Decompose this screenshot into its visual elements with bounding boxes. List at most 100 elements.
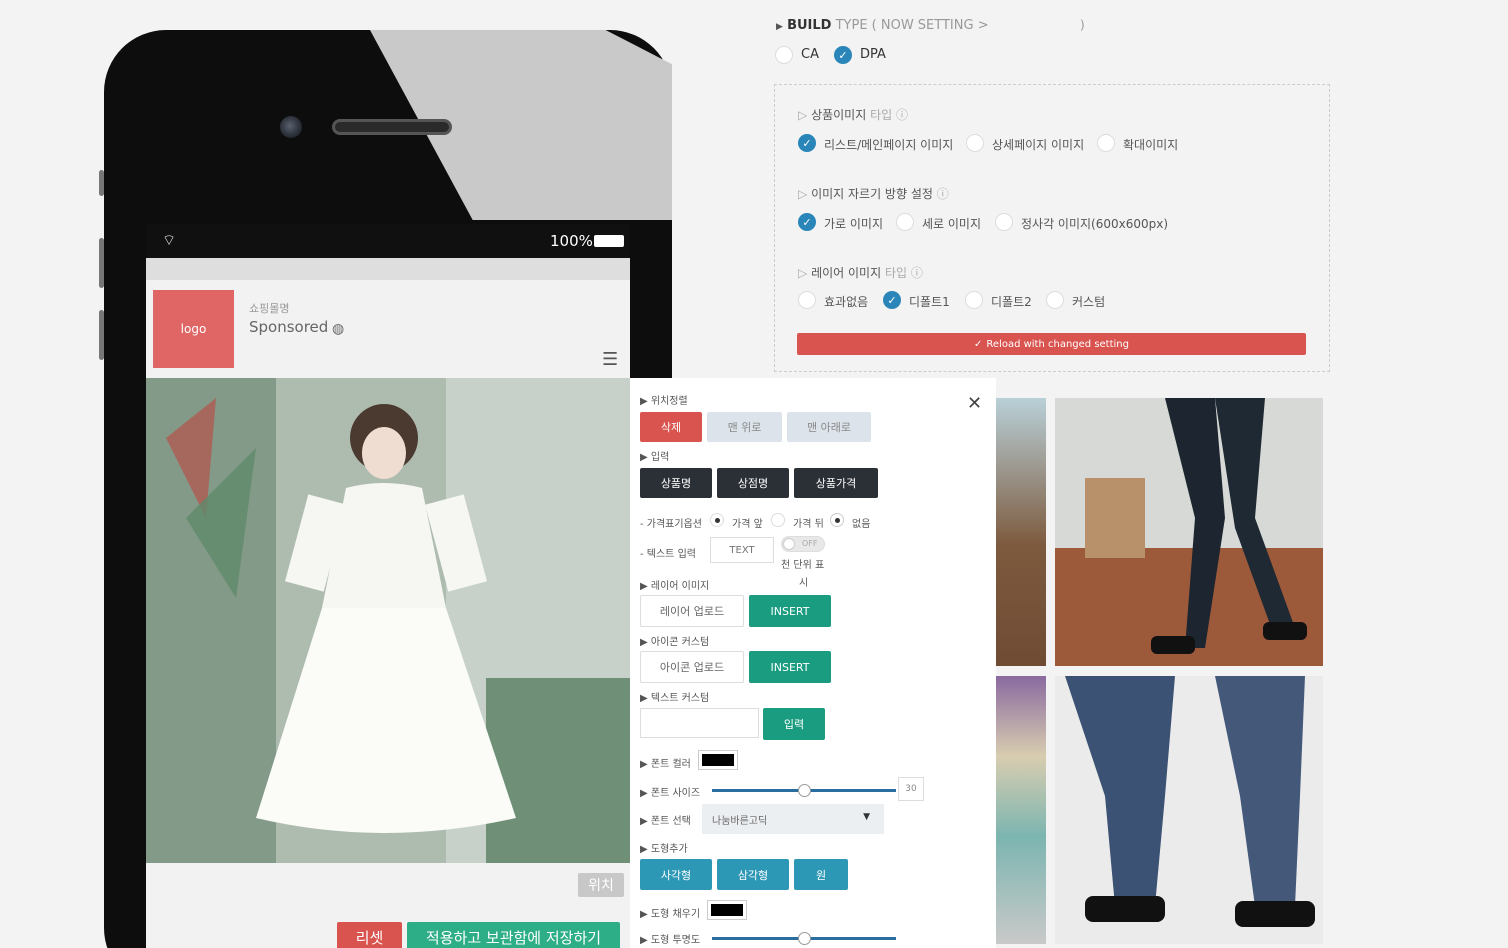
product-tile-2b[interactable] bbox=[1055, 676, 1323, 944]
crop-vertical-radio[interactable] bbox=[896, 213, 914, 231]
delete-button[interactable]: 삭제 bbox=[640, 412, 702, 442]
thousand-separator-note-2: 시 bbox=[799, 578, 809, 589]
product-image-zoom-label: 확대이미지 bbox=[1123, 138, 1179, 152]
font-size-value[interactable]: 30 bbox=[898, 777, 924, 801]
help-icon[interactable]: ⓘ bbox=[911, 266, 923, 280]
product-tile-1b[interactable] bbox=[1055, 398, 1323, 666]
triangle-shape-button[interactable]: 삼각형 bbox=[717, 859, 789, 890]
product-tile-1a[interactable] bbox=[996, 398, 1046, 666]
wifi-icon: ⌔ bbox=[162, 231, 177, 249]
product-name-button[interactable]: 상품명 bbox=[640, 468, 712, 498]
side-button bbox=[99, 310, 104, 360]
icon-upload-button[interactable]: 아이콘 업로드 bbox=[640, 651, 744, 683]
crop-square-radio[interactable] bbox=[995, 213, 1013, 231]
price-front-radio[interactable] bbox=[710, 513, 724, 527]
build-type-dpa-label: DPA bbox=[860, 47, 886, 62]
price-none-radio[interactable] bbox=[830, 513, 844, 527]
help-icon[interactable]: ⓘ bbox=[937, 187, 949, 201]
layer-insert-button[interactable]: INSERT bbox=[749, 595, 831, 627]
toggle-knob bbox=[783, 538, 795, 550]
crop-square-label: 정사각 이미지(600x600px) bbox=[1021, 217, 1169, 231]
position-button[interactable]: 위치 bbox=[578, 873, 624, 897]
product-tile-1b-art bbox=[1055, 398, 1323, 666]
bring-to-front-button[interactable]: 맨 위로 bbox=[707, 412, 782, 442]
shape-fill-swatch[interactable] bbox=[707, 900, 747, 920]
shape-add-title: ▶ 도형추가 bbox=[640, 844, 688, 855]
side-button bbox=[99, 238, 104, 288]
toggle-label: OFF bbox=[802, 539, 818, 548]
product-image-list-label: 리스트/메인페이지 이미지 bbox=[824, 138, 954, 152]
shop-name: 쇼핑몰명 bbox=[249, 302, 290, 315]
help-icon[interactable]: ⓘ bbox=[896, 108, 908, 122]
font-select-dropdown[interactable]: 나눔바른고딕 ▼ bbox=[702, 804, 884, 834]
side-button bbox=[99, 170, 104, 196]
reload-button[interactable]: ✓ Reload with changed setting bbox=[797, 333, 1306, 355]
build-type-suffix: TYPE ( NOW SETTING > bbox=[835, 18, 989, 33]
product-image-type-title: ▷ 상품이미지 타입 ⓘ bbox=[798, 108, 909, 122]
camera-icon bbox=[280, 116, 302, 138]
sponsored-label: Sponsored bbox=[249, 318, 329, 336]
custom-text-input[interactable] bbox=[640, 708, 759, 738]
circle-shape-button[interactable]: 원 bbox=[794, 859, 848, 890]
build-type-close: ) bbox=[1080, 18, 1085, 32]
shop-logo: logo bbox=[153, 290, 234, 368]
product-image-list-radio[interactable]: ✓ bbox=[798, 134, 816, 152]
chevron-down-icon: ▼ bbox=[863, 812, 870, 822]
layer-custom-label: 커스텀 bbox=[1072, 295, 1106, 309]
status-bar: ⌔ 100% bbox=[146, 224, 630, 258]
text-custom-title: ▶ 텍스트 커스텀 bbox=[640, 693, 710, 704]
rectangle-shape-button[interactable]: 사각형 bbox=[640, 859, 712, 890]
battery-icon bbox=[594, 235, 624, 247]
build-type-ca-radio[interactable] bbox=[775, 46, 793, 64]
font-size-slider-thumb[interactable] bbox=[798, 784, 811, 797]
product-tile-2b-art bbox=[1055, 676, 1323, 944]
reset-button[interactable]: 리셋 bbox=[337, 922, 402, 948]
layer-none-radio[interactable] bbox=[798, 291, 816, 309]
layer-image-title: ▶ 레이어 이미지 bbox=[640, 581, 710, 592]
position-order-title: ▶ 위치정렬 bbox=[640, 396, 688, 407]
layer-custom-radio[interactable] bbox=[1046, 291, 1064, 309]
header-band bbox=[146, 258, 630, 280]
menu-icon[interactable]: ☰ bbox=[602, 349, 618, 370]
icon-insert-button[interactable]: INSERT bbox=[749, 651, 831, 683]
font-color-swatch[interactable] bbox=[698, 750, 738, 770]
shape-opacity-slider-thumb[interactable] bbox=[798, 932, 811, 945]
build-type-header: ▶ BUILD TYPE ( NOW SETTING > bbox=[776, 18, 989, 33]
shape-fill-title: ▶ 도형 채우기 bbox=[640, 909, 701, 920]
price-back-radio[interactable] bbox=[771, 513, 785, 527]
crop-horizontal-label: 가로 이미지 bbox=[824, 217, 884, 231]
product-image-detail-radio[interactable] bbox=[966, 134, 984, 152]
layer-image-type-title: ▷ 레이어 이미지 타입 ⓘ bbox=[798, 266, 923, 280]
close-icon[interactable]: ✕ bbox=[967, 393, 982, 414]
shape-opacity-title: ▶ 도형 투명도 bbox=[640, 935, 701, 946]
text-input-field[interactable] bbox=[710, 537, 774, 563]
layer-none-label: 효과없음 bbox=[824, 295, 869, 309]
shop-name-button[interactable]: 상점명 bbox=[717, 468, 789, 498]
product-tile-2a[interactable] bbox=[996, 676, 1046, 944]
layer-upload-button[interactable]: 레이어 업로드 bbox=[640, 595, 744, 627]
icon-custom-title: ▶ 아이콘 커스텀 bbox=[640, 637, 710, 648]
input-title: ▶ 입력 bbox=[640, 452, 670, 463]
globe-icon: ◍ bbox=[332, 321, 345, 337]
price-front-label: 가격 앞 bbox=[732, 519, 763, 530]
thousand-separator-toggle[interactable]: OFF bbox=[781, 536, 825, 552]
custom-text-submit-button[interactable]: 입력 bbox=[763, 708, 825, 740]
layer-default2-radio[interactable] bbox=[965, 291, 983, 309]
build-type-label: BUILD bbox=[787, 18, 832, 33]
product-price-button[interactable]: 상품가격 bbox=[794, 468, 878, 498]
build-type-dpa-radio[interactable]: ✓ bbox=[834, 46, 852, 64]
product-photo bbox=[146, 378, 630, 863]
price-symbol-label: - 가격표기옵션 bbox=[640, 519, 702, 530]
crop-direction-title: ▷ 이미지 자르기 방향 설정 ⓘ bbox=[798, 187, 949, 201]
crop-horizontal-radio[interactable]: ✓ bbox=[798, 213, 816, 231]
product-photo-art bbox=[146, 378, 630, 863]
product-image-detail-label: 상세페이지 이미지 bbox=[992, 138, 1085, 152]
apply-save-button[interactable]: 적용하고 보관함에 저장하기 bbox=[407, 922, 620, 948]
layer-default1-radio[interactable]: ✓ bbox=[883, 291, 901, 309]
build-type-ca-label: CA bbox=[801, 47, 819, 62]
send-to-back-button[interactable]: 맨 아래로 bbox=[787, 412, 871, 442]
product-image-zoom-radio[interactable] bbox=[1097, 134, 1115, 152]
thousand-separator-note-1: 천 단위 표 bbox=[781, 560, 825, 571]
speaker-icon bbox=[332, 119, 452, 135]
battery-percent: 100% bbox=[550, 232, 593, 250]
